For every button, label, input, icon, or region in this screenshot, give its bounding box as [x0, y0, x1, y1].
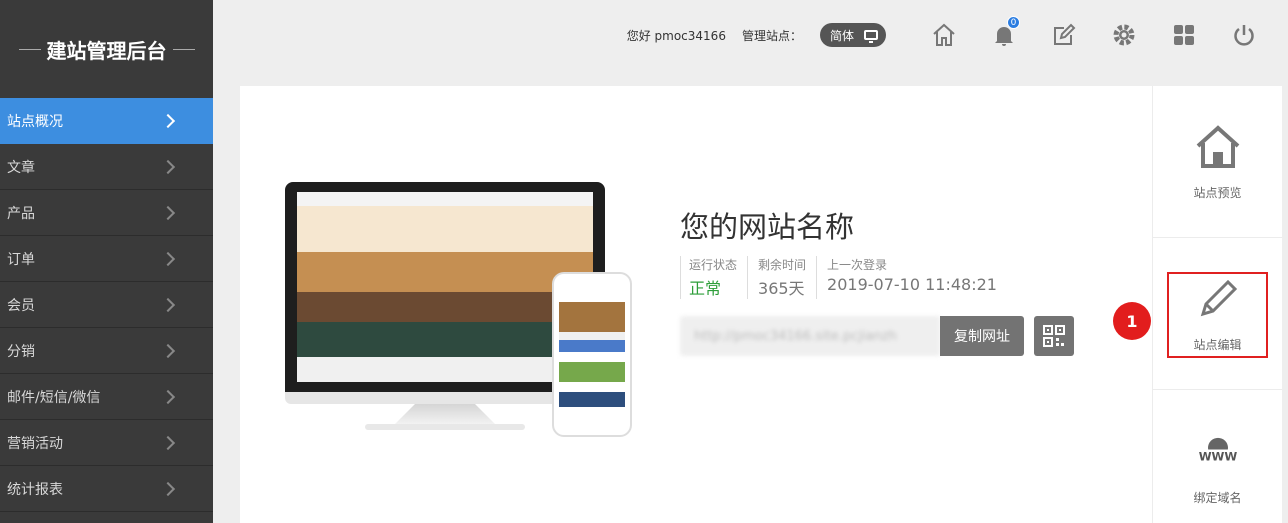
- site-preview-label: 站点预览: [1193, 186, 1242, 200]
- sidebar-item-label: 文章: [7, 159, 35, 176]
- manage-site-label: 管理站点：: [741, 28, 802, 43]
- edit-button[interactable]: [1051, 22, 1077, 48]
- site-preview-button[interactable]: 站点预览: [1153, 86, 1282, 238]
- sidebar-item-label: 邮件/短信/微信: [7, 389, 101, 406]
- sidebar-item-members[interactable]: 会员: [0, 282, 213, 328]
- mobile-screenshot: [559, 292, 625, 413]
- apps-button[interactable]: [1171, 22, 1197, 48]
- quick-actions-panel: 站点预览 站点编辑 WWW 绑定域名: [1152, 86, 1282, 523]
- stat-value: 正常: [689, 279, 722, 298]
- step-marker: 1: [1113, 302, 1151, 340]
- sidebar-item-overview[interactable]: 站点概况: [0, 98, 213, 144]
- chevron-right-icon: [160, 205, 176, 220]
- mobile-phone: [552, 272, 632, 437]
- sidebar-item-messaging[interactable]: 邮件/短信/微信: [0, 374, 213, 420]
- language-switch-button[interactable]: 简体: [819, 23, 886, 47]
- sidebar: 建站管理后台 站点概况 文章 产品 订单 会员 分销 邮件/短信/微信 营销活动…: [0, 0, 213, 523]
- monitor-icon: [864, 30, 878, 43]
- stat-status: 运行状态 正常: [680, 256, 747, 299]
- sidebar-item-articles[interactable]: 文章: [0, 144, 213, 190]
- sidebar-menu: 站点概况 文章 产品 订单 会员 分销 邮件/短信/微信 营销活动 统计报表: [0, 98, 213, 512]
- site-edit-button[interactable]: 站点编辑: [1153, 238, 1282, 390]
- power-icon: [1234, 25, 1254, 46]
- language-label: 简体: [829, 28, 854, 43]
- sidebar-item-reports[interactable]: 统计报表: [0, 466, 213, 512]
- sidebar-item-label: 产品: [7, 205, 35, 222]
- stat-label: 剩余时间: [758, 258, 807, 272]
- device-preview-image: [285, 182, 635, 447]
- stat-value: 2019-07-10 11:48:21: [827, 275, 997, 294]
- stat-label: 运行状态: [689, 258, 738, 272]
- sidebar-item-distribution[interactable]: 分销: [0, 328, 213, 374]
- stat-label: 上一次登录: [827, 258, 888, 272]
- sidebar-item-label: 会员: [7, 297, 35, 314]
- bind-domain-label: 绑定域名: [1193, 490, 1242, 505]
- sidebar-item-label: 订单: [7, 251, 35, 268]
- logout-button[interactable]: [1231, 22, 1257, 48]
- sidebar-item-label: 统计报表: [7, 481, 63, 498]
- chevron-right-icon: [160, 251, 176, 266]
- gear-icon: [1113, 24, 1135, 46]
- chevron-right-icon: [160, 435, 176, 450]
- stat-last-login: 上一次登录 2019-07-10 11:48:21: [816, 256, 1007, 299]
- home-button[interactable]: [931, 22, 957, 48]
- brand-dash-left: [18, 48, 41, 50]
- desktop-screenshot: [297, 192, 593, 382]
- sidebar-item-orders[interactable]: 订单: [0, 236, 213, 282]
- chevron-right-icon: [160, 389, 176, 404]
- brand-dash-right: [172, 48, 195, 50]
- pencil-icon: [1200, 279, 1237, 317]
- greeting-text: 您好 pmoc34166: [626, 28, 726, 43]
- sidebar-item-marketing[interactable]: 营销活动: [0, 420, 213, 466]
- chevron-right-icon: [160, 159, 176, 174]
- home-icon: [933, 23, 955, 46]
- svg-text:WWW: WWW: [1198, 449, 1237, 463]
- stat-remaining: 剩余时间 365天: [747, 256, 816, 299]
- qr-code-button[interactable]: [1034, 316, 1074, 356]
- edit-icon: [1054, 23, 1076, 45]
- brand: 建站管理后台: [0, 0, 213, 98]
- notification-button[interactable]: 0: [991, 16, 1020, 48]
- sidebar-item-label: 站点概况: [7, 113, 63, 130]
- site-title: 您的网站名称: [680, 210, 855, 244]
- chevron-right-icon: [160, 113, 176, 128]
- sidebar-item-label: 分销: [7, 343, 35, 360]
- settings-button[interactable]: [1111, 22, 1137, 48]
- house-icon: [1196, 125, 1239, 168]
- grid-icon: [1174, 25, 1194, 45]
- site-stats: 运行状态 正常 剩余时间 365天 上一次登录 2019-07-10 11:48…: [680, 256, 1007, 299]
- www-icon: WWW: [1195, 437, 1240, 463]
- brand-title: 建站管理后台: [46, 38, 167, 63]
- site-url-text: http://pmoc34166.site.pcjianzh: [694, 328, 897, 344]
- chevron-right-icon: [160, 297, 176, 312]
- copy-url-button[interactable]: 复制网址: [940, 316, 1024, 356]
- qr-code-icon: [1043, 325, 1065, 347]
- notification-badge: 0: [1007, 16, 1020, 29]
- monitor-stand: [395, 404, 495, 424]
- sidebar-item-products[interactable]: 产品: [0, 190, 213, 236]
- site-edit-label: 站点编辑: [1193, 338, 1242, 352]
- bind-domain-button[interactable]: WWW 绑定域名: [1153, 390, 1282, 523]
- site-overview-card: 您的网站名称 运行状态 正常 剩余时间 365天 上一次登录 2019-07-1…: [240, 86, 1152, 523]
- top-bar: 您好 pmoc34166 管理站点： 简体 0: [213, 0, 1288, 70]
- site-url-field[interactable]: http://pmoc34166.site.pcjianzh: [680, 316, 940, 356]
- sidebar-item-label: 营销活动: [7, 435, 63, 452]
- chevron-right-icon: [160, 481, 176, 496]
- chevron-right-icon: [160, 343, 176, 358]
- monitor-base: [365, 424, 525, 430]
- stat-value: 365天: [758, 279, 805, 298]
